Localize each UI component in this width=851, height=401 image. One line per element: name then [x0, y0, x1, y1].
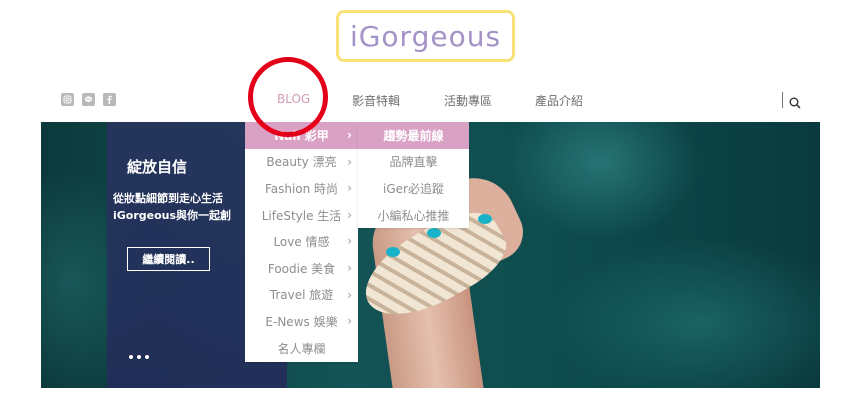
- hero-image-nail: [478, 214, 492, 224]
- menu-item-label: Beauty 漂亮: [266, 155, 337, 170]
- nav-item-products[interactable]: 產品介紹: [535, 92, 583, 109]
- menu-item-nail[interactable]: Nail 彩甲 ›: [245, 122, 358, 149]
- hero-title: 綻放自信: [127, 158, 188, 176]
- main-nav: BLOG 影音特輯 活動專區 產品介紹: [0, 92, 851, 112]
- submenu-item-iger-follow[interactable]: iGer必追蹤: [358, 175, 469, 202]
- nail-submenu: 趨勢最前線 品牌直擊 iGer必追蹤 小編私心推推: [358, 122, 469, 228]
- menu-item-travel[interactable]: Travel 旅遊 ›: [245, 282, 358, 309]
- chevron-right-icon: ›: [347, 154, 352, 169]
- menu-item-love[interactable]: Love 情感 ›: [245, 228, 358, 255]
- menu-item-celebrity-column[interactable]: 名人專欄: [245, 335, 358, 362]
- nav-item-video[interactable]: 影音特輯: [352, 92, 400, 109]
- menu-item-label: 名人專欄: [277, 341, 326, 356]
- menu-item-label: E-News 娛樂: [265, 314, 338, 329]
- menu-item-foodie[interactable]: Foodie 美食 ›: [245, 255, 358, 282]
- chevron-right-icon: ›: [347, 234, 352, 249]
- chevron-right-icon: ›: [347, 207, 352, 222]
- read-more-button[interactable]: 繼續閱讀..: [127, 247, 210, 271]
- search-icon[interactable]: [789, 94, 801, 113]
- menu-item-label: Fashion 時尚: [264, 181, 339, 196]
- submenu-item-editor-picks[interactable]: 小編私心推推: [358, 202, 469, 229]
- slider-dot[interactable]: [145, 355, 149, 359]
- chevron-right-icon: ›: [347, 287, 352, 302]
- slider-dots: [129, 355, 149, 359]
- menu-item-fashion[interactable]: Fashion 時尚 ›: [245, 175, 358, 202]
- menu-item-label: Love 情感: [273, 235, 330, 250]
- chevron-right-icon: ›: [347, 314, 352, 329]
- hero-image-nail: [427, 228, 441, 238]
- nav-divider: [782, 92, 783, 108]
- nav-item-events[interactable]: 活動專區: [444, 92, 492, 109]
- chevron-right-icon: ›: [347, 181, 352, 196]
- slider-dot[interactable]: [129, 355, 133, 359]
- chevron-right-icon: ›: [347, 128, 352, 142]
- menu-item-label: Travel 旅遊: [269, 288, 334, 303]
- menu-item-label: LifeStyle 生活: [261, 208, 342, 223]
- site-logo[interactable]: iGorgeous: [336, 10, 515, 62]
- submenu-item-brand-report[interactable]: 品牌直擊: [358, 149, 469, 176]
- menu-item-label: Foodie 美食: [267, 261, 336, 276]
- slider-dot[interactable]: [137, 355, 141, 359]
- chevron-right-icon: ›: [347, 260, 352, 275]
- menu-item-beauty[interactable]: Beauty 漂亮 ›: [245, 149, 358, 176]
- nav-item-blog[interactable]: BLOG: [277, 92, 310, 106]
- hero-image-nail: [386, 247, 400, 257]
- blog-dropdown-menu: Nail 彩甲 › Beauty 漂亮 › Fashion 時尚 › LifeStyl…: [245, 122, 358, 362]
- menu-item-lifestyle[interactable]: LifeStyle 生活 ›: [245, 202, 358, 229]
- menu-item-enews[interactable]: E-News 娛樂 ›: [245, 308, 358, 335]
- menu-item-label: Nail 彩甲: [274, 128, 329, 143]
- submenu-item-trends[interactable]: 趨勢最前線: [358, 122, 469, 149]
